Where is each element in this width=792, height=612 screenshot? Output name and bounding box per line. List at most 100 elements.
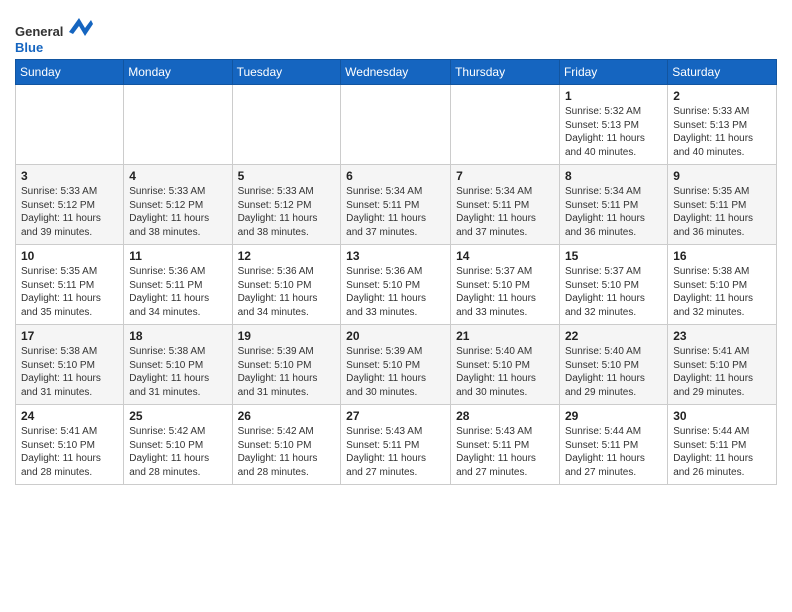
day-info: Sunrise: 5:32 AM Sunset: 5:13 PM Dayligh… bbox=[565, 105, 662, 159]
day-number: 25 bbox=[129, 409, 226, 423]
calendar-header-row: SundayMondayTuesdayWednesdayThursdayFrid… bbox=[16, 60, 777, 85]
day-number: 27 bbox=[346, 409, 445, 423]
col-header-wednesday: Wednesday bbox=[341, 60, 451, 85]
calendar-cell bbox=[124, 85, 232, 165]
calendar-cell: 22 Sunrise: 5:40 AM Sunset: 5:10 PM Dayli… bbox=[559, 325, 667, 405]
calendar-cell: 30 Sunrise: 5:44 AM Sunset: 5:11 PM Dayli… bbox=[668, 405, 777, 485]
col-header-monday: Monday bbox=[124, 60, 232, 85]
day-info: Sunrise: 5:44 AM Sunset: 5:11 PM Dayligh… bbox=[565, 425, 662, 479]
day-info: Sunrise: 5:33 AM Sunset: 5:12 PM Dayligh… bbox=[129, 185, 226, 239]
calendar-cell: 9Sunrise: 5:35 AM Sunset: 5:11 PM Daylig… bbox=[668, 165, 777, 245]
calendar-cell: 20 Sunrise: 5:39 AM Sunset: 5:10 PM Dayli… bbox=[341, 325, 451, 405]
day-number: 15 bbox=[565, 249, 662, 263]
calendar-cell bbox=[341, 85, 451, 165]
day-info: Sunrise: 5:35 AM Sunset: 5:11 PM Dayligh… bbox=[21, 265, 118, 319]
calendar-cell: 16 Sunrise: 5:38 AM Sunset: 5:10 PM Dayli… bbox=[668, 245, 777, 325]
logo-blue: Blue bbox=[15, 40, 43, 55]
day-number: 4 bbox=[129, 169, 226, 183]
day-info: Sunrise: 5:42 AM Sunset: 5:10 PM Dayligh… bbox=[129, 425, 226, 479]
day-info: Sunrise: 5:34 AM Sunset: 5:11 PM Dayligh… bbox=[565, 185, 662, 239]
calendar-week-4: 17 Sunrise: 5:38 AM Sunset: 5:10 PM Dayli… bbox=[16, 325, 777, 405]
col-header-saturday: Saturday bbox=[668, 60, 777, 85]
day-info: Sunrise: 5:38 AM Sunset: 5:10 PM Dayligh… bbox=[673, 265, 771, 319]
calendar-cell: 21 Sunrise: 5:40 AM Sunset: 5:10 PM Dayli… bbox=[451, 325, 560, 405]
col-header-sunday: Sunday bbox=[16, 60, 124, 85]
col-header-tuesday: Tuesday bbox=[232, 60, 341, 85]
logo-general: General bbox=[15, 24, 63, 39]
calendar-cell: 12 Sunrise: 5:36 AM Sunset: 5:10 PM Dayli… bbox=[232, 245, 341, 325]
page-header: General Blue bbox=[15, 10, 777, 55]
day-number: 11 bbox=[129, 249, 226, 263]
calendar-cell: 29 Sunrise: 5:44 AM Sunset: 5:11 PM Dayli… bbox=[559, 405, 667, 485]
day-info: Sunrise: 5:34 AM Sunset: 5:11 PM Dayligh… bbox=[346, 185, 445, 239]
day-number: 16 bbox=[673, 249, 771, 263]
day-info: Sunrise: 5:33 AM Sunset: 5:12 PM Dayligh… bbox=[238, 185, 336, 239]
day-number: 17 bbox=[21, 329, 118, 343]
day-number: 10 bbox=[21, 249, 118, 263]
calendar-cell bbox=[451, 85, 560, 165]
calendar-cell: 7 Sunrise: 5:34 AM Sunset: 5:11 PM Daylig… bbox=[451, 165, 560, 245]
calendar-cell: 19Sunrise: 5:39 AM Sunset: 5:10 PM Dayli… bbox=[232, 325, 341, 405]
calendar-table: SundayMondayTuesdayWednesdayThursdayFrid… bbox=[15, 59, 777, 485]
calendar-week-3: 10 Sunrise: 5:35 AM Sunset: 5:11 PM Dayli… bbox=[16, 245, 777, 325]
calendar-week-1: 1 Sunrise: 5:32 AM Sunset: 5:13 PM Daylig… bbox=[16, 85, 777, 165]
calendar-cell bbox=[16, 85, 124, 165]
calendar-cell: 6 Sunrise: 5:34 AM Sunset: 5:11 PM Daylig… bbox=[341, 165, 451, 245]
day-number: 12 bbox=[238, 249, 336, 263]
day-number: 30 bbox=[673, 409, 771, 423]
calendar-cell: 18 Sunrise: 5:38 AM Sunset: 5:10 PM Dayli… bbox=[124, 325, 232, 405]
calendar-cell: 10 Sunrise: 5:35 AM Sunset: 5:11 PM Dayli… bbox=[16, 245, 124, 325]
day-number: 13 bbox=[346, 249, 445, 263]
calendar-cell: 27 Sunrise: 5:43 AM Sunset: 5:11 PM Dayli… bbox=[341, 405, 451, 485]
day-number: 28 bbox=[456, 409, 554, 423]
calendar-cell bbox=[232, 85, 341, 165]
calendar-cell: 4 Sunrise: 5:33 AM Sunset: 5:12 PM Daylig… bbox=[124, 165, 232, 245]
day-number: 24 bbox=[21, 409, 118, 423]
day-info: Sunrise: 5:36 AM Sunset: 5:10 PM Dayligh… bbox=[346, 265, 445, 319]
day-info: Sunrise: 5:43 AM Sunset: 5:11 PM Dayligh… bbox=[456, 425, 554, 479]
day-info: Sunrise: 5:39 AM Sunset: 5:10 PM Dayligh… bbox=[346, 345, 445, 399]
day-info: Sunrise: 5:44 AM Sunset: 5:11 PM Dayligh… bbox=[673, 425, 771, 479]
calendar-cell: 25 Sunrise: 5:42 AM Sunset: 5:10 PM Dayli… bbox=[124, 405, 232, 485]
calendar-cell: 11Sunrise: 5:36 AM Sunset: 5:11 PM Dayli… bbox=[124, 245, 232, 325]
day-number: 7 bbox=[456, 169, 554, 183]
calendar-cell: 17Sunrise: 5:38 AM Sunset: 5:10 PM Dayli… bbox=[16, 325, 124, 405]
day-info: Sunrise: 5:36 AM Sunset: 5:10 PM Dayligh… bbox=[238, 265, 336, 319]
calendar-cell: 2 Sunrise: 5:33 AM Sunset: 5:13 PM Daylig… bbox=[668, 85, 777, 165]
day-info: Sunrise: 5:33 AM Sunset: 5:13 PM Dayligh… bbox=[673, 105, 771, 159]
day-number: 3 bbox=[21, 169, 118, 183]
day-number: 20 bbox=[346, 329, 445, 343]
day-info: Sunrise: 5:38 AM Sunset: 5:10 PM Dayligh… bbox=[129, 345, 226, 399]
day-info: Sunrise: 5:40 AM Sunset: 5:10 PM Dayligh… bbox=[456, 345, 554, 399]
calendar-cell: 23 Sunrise: 5:41 AM Sunset: 5:10 PM Dayli… bbox=[668, 325, 777, 405]
day-info: Sunrise: 5:40 AM Sunset: 5:10 PM Dayligh… bbox=[565, 345, 662, 399]
calendar-cell: 1 Sunrise: 5:32 AM Sunset: 5:13 PM Daylig… bbox=[559, 85, 667, 165]
day-number: 14 bbox=[456, 249, 554, 263]
day-info: Sunrise: 5:41 AM Sunset: 5:10 PM Dayligh… bbox=[21, 425, 118, 479]
day-number: 6 bbox=[346, 169, 445, 183]
day-number: 18 bbox=[129, 329, 226, 343]
day-number: 29 bbox=[565, 409, 662, 423]
day-number: 22 bbox=[565, 329, 662, 343]
day-info: Sunrise: 5:41 AM Sunset: 5:10 PM Dayligh… bbox=[673, 345, 771, 399]
day-number: 1 bbox=[565, 89, 662, 103]
day-number: 23 bbox=[673, 329, 771, 343]
day-number: 2 bbox=[673, 89, 771, 103]
day-info: Sunrise: 5:33 AM Sunset: 5:12 PM Dayligh… bbox=[21, 185, 118, 239]
calendar-cell: 15 Sunrise: 5:37 AM Sunset: 5:10 PM Dayli… bbox=[559, 245, 667, 325]
day-number: 9 bbox=[673, 169, 771, 183]
calendar-week-5: 24 Sunrise: 5:41 AM Sunset: 5:10 PM Dayli… bbox=[16, 405, 777, 485]
day-info: Sunrise: 5:43 AM Sunset: 5:11 PM Dayligh… bbox=[346, 425, 445, 479]
calendar-cell: 5 Sunrise: 5:33 AM Sunset: 5:12 PM Daylig… bbox=[232, 165, 341, 245]
calendar-cell: 13 Sunrise: 5:36 AM Sunset: 5:10 PM Dayli… bbox=[341, 245, 451, 325]
day-info: Sunrise: 5:37 AM Sunset: 5:10 PM Dayligh… bbox=[456, 265, 554, 319]
calendar-cell: 8Sunrise: 5:34 AM Sunset: 5:11 PM Daylig… bbox=[559, 165, 667, 245]
calendar-week-2: 3 Sunrise: 5:33 AM Sunset: 5:12 PM Daylig… bbox=[16, 165, 777, 245]
day-info: Sunrise: 5:37 AM Sunset: 5:10 PM Dayligh… bbox=[565, 265, 662, 319]
day-number: 21 bbox=[456, 329, 554, 343]
day-info: Sunrise: 5:42 AM Sunset: 5:10 PM Dayligh… bbox=[238, 425, 336, 479]
col-header-friday: Friday bbox=[559, 60, 667, 85]
day-number: 5 bbox=[238, 169, 336, 183]
day-info: Sunrise: 5:34 AM Sunset: 5:11 PM Dayligh… bbox=[456, 185, 554, 239]
day-number: 19 bbox=[238, 329, 336, 343]
